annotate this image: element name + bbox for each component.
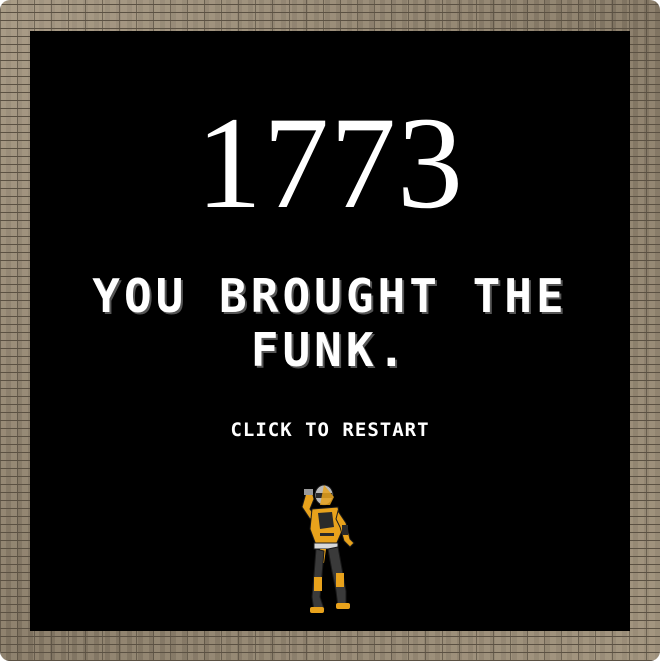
final-score: 1773: [196, 89, 464, 236]
dancing-character-icon: [301, 484, 355, 613]
game-over-message: YOU BROUGHT THE FUNK.: [92, 269, 568, 377]
brick-wall-border: 1773 YOU BROUGHT THE FUNK. CLICK TO REST…: [0, 0, 660, 661]
restart-button[interactable]: CLICK TO RESTART: [180, 415, 480, 445]
game-screen[interactable]: 1773 YOU BROUGHT THE FUNK. CLICK TO REST…: [30, 31, 630, 631]
